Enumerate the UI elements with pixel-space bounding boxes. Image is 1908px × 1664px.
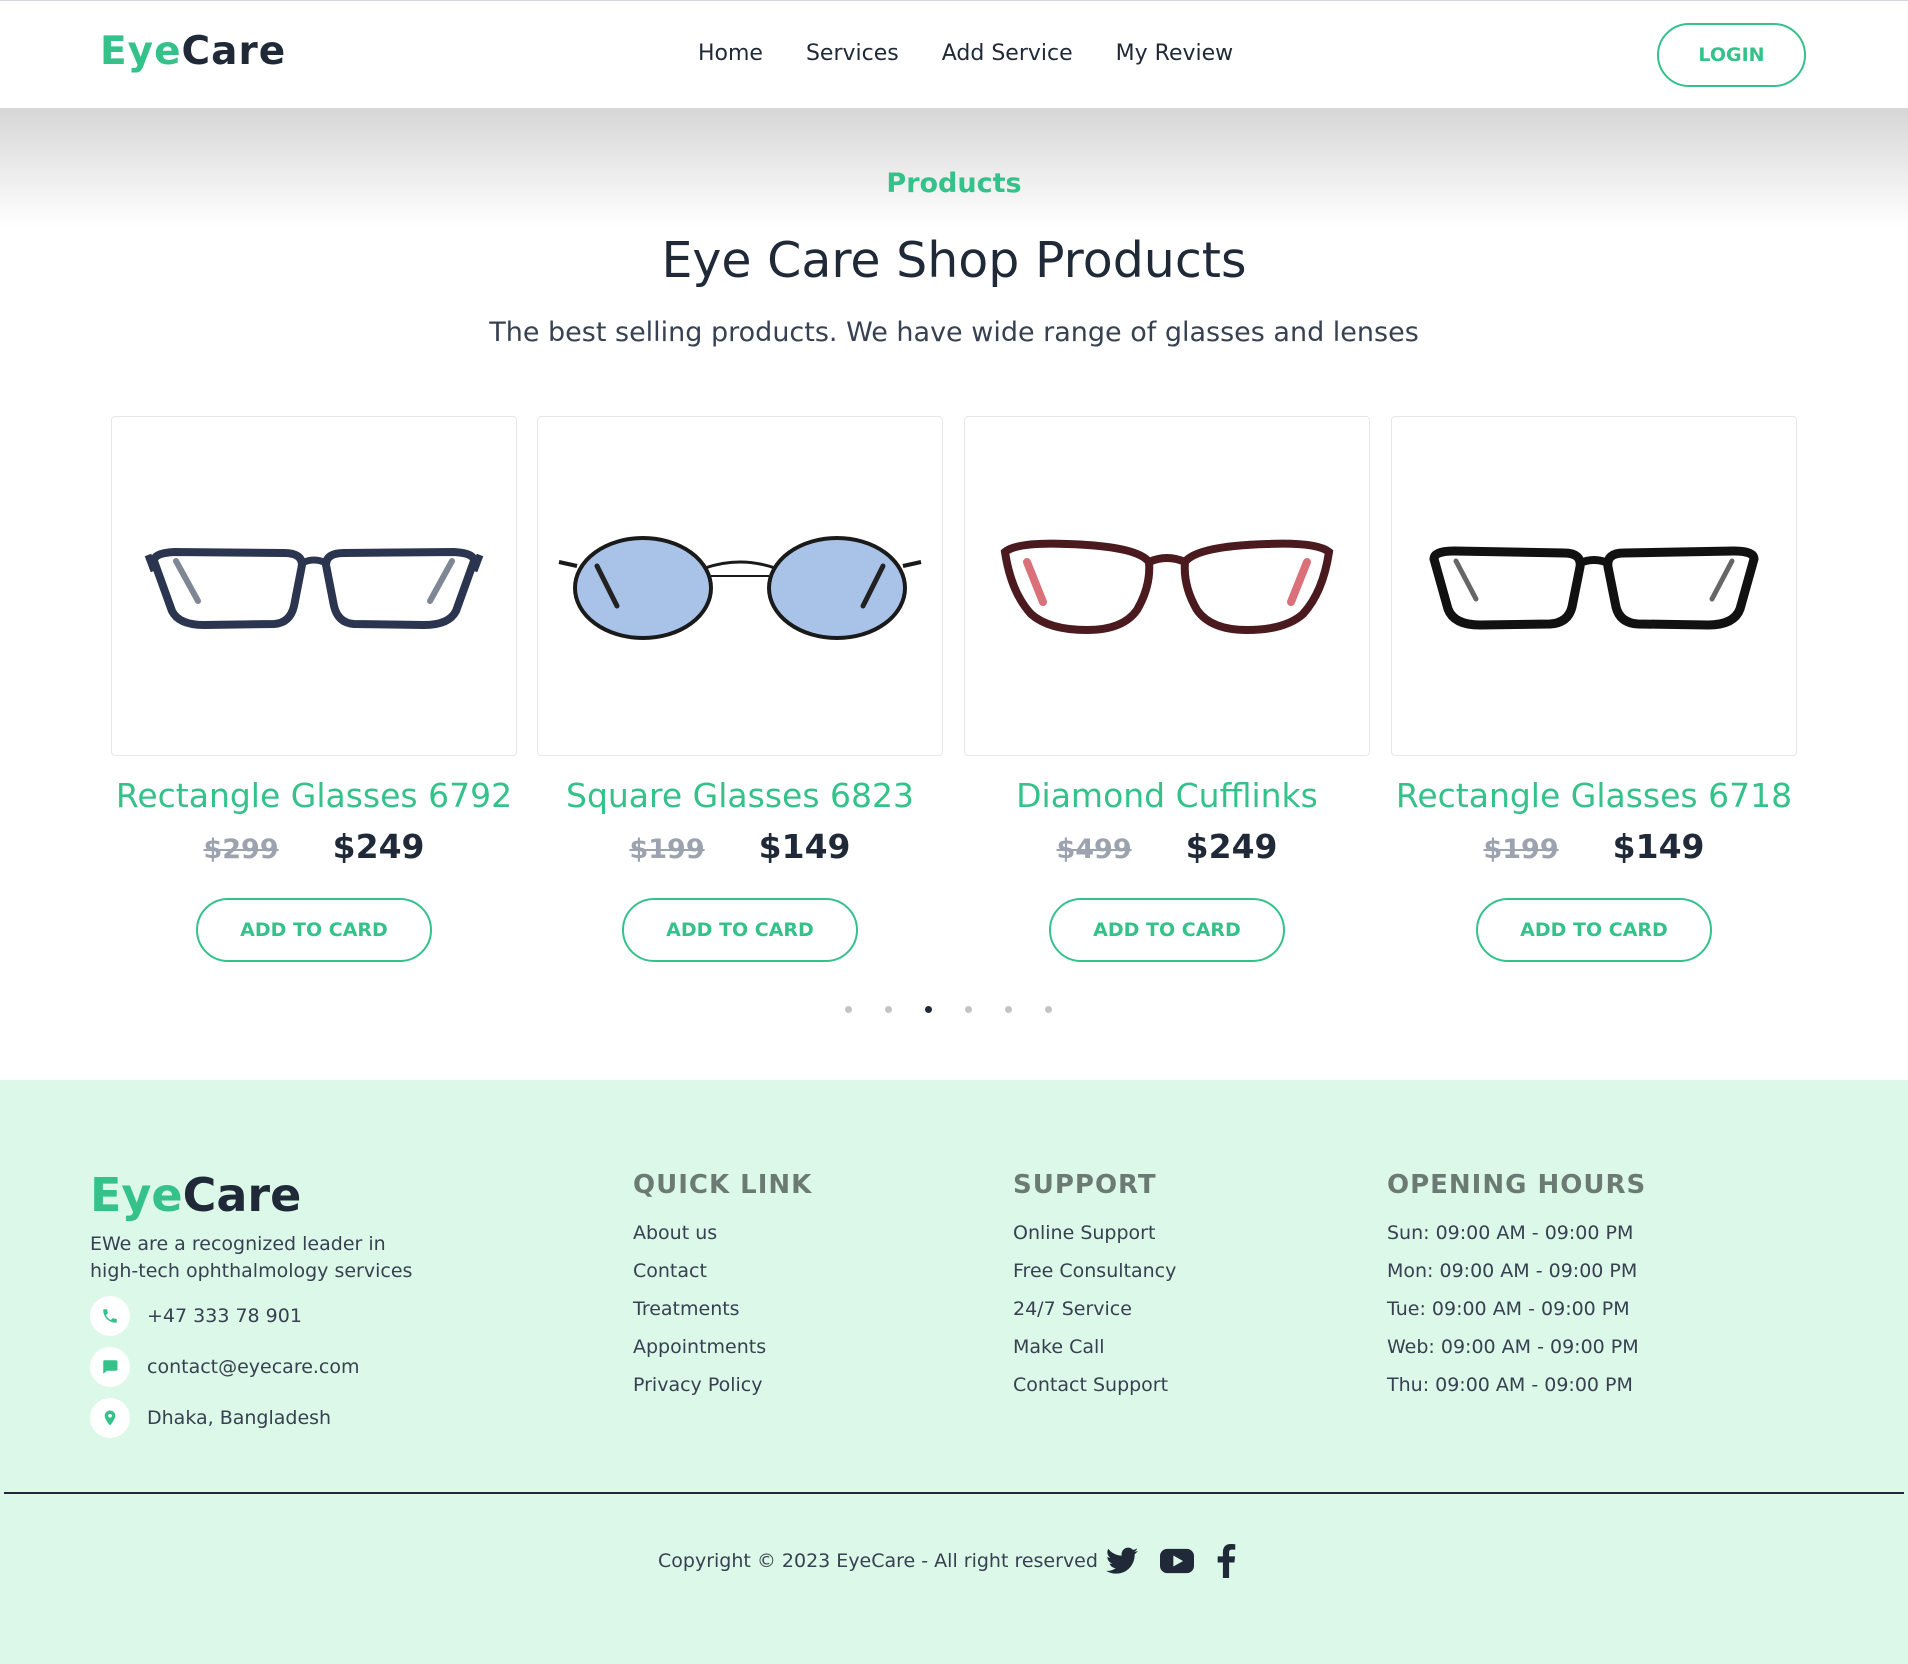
product-image-round-blue-tinted-glasses[interactable]	[537, 416, 943, 756]
carousel-dot-5[interactable]	[1005, 1006, 1012, 1013]
hours-wed: Web: 09:00 AM - 09:00 PM	[1387, 1336, 1639, 1358]
opening-hours-column: OPENING HOURS Sun: 09:00 AM - 09:00 PM M…	[1387, 1170, 1646, 1410]
new-price: $249	[332, 827, 425, 866]
contact-email: contact@eyecare.com	[90, 1347, 360, 1387]
nav-home[interactable]: Home	[698, 41, 763, 66]
carousel-dot-4[interactable]	[965, 1006, 972, 1013]
site-header: EyeCare Home Services Add Service My Rev…	[0, 0, 1908, 108]
phone-icon	[90, 1296, 130, 1336]
footer-divider	[4, 1492, 1904, 1494]
support-link-contact[interactable]: Contact Support	[1013, 1372, 1176, 1410]
login-button[interactable]: LOGIN	[1657, 23, 1806, 87]
contact-phone: +47 333 78 901	[90, 1296, 302, 1336]
logo[interactable]: EyeCare	[100, 29, 286, 74]
price-row: $299 $249	[111, 827, 517, 866]
nav-my-review[interactable]: My Review	[1116, 41, 1234, 66]
footer-link-appointments[interactable]: Appointments	[633, 1334, 812, 1372]
twitter-icon[interactable]	[1106, 1547, 1138, 1575]
hours-sun: Sun: 09:00 AM - 09:00 PM	[1387, 1222, 1634, 1244]
youtube-icon[interactable]	[1160, 1548, 1194, 1574]
quick-link-column: QUICK LINK About us Contact Treatments A…	[633, 1170, 812, 1410]
support-heading: SUPPORT	[1013, 1170, 1157, 1200]
footer-logo-eye-text: Eye	[90, 1168, 183, 1222]
new-price: $249	[1185, 827, 1278, 866]
message-icon	[90, 1347, 130, 1387]
nav-services[interactable]: Services	[806, 41, 899, 66]
location-pin-icon	[90, 1398, 130, 1438]
footer-logo[interactable]: EyeCare	[90, 1168, 301, 1222]
price-row: $499 $249	[964, 827, 1370, 866]
section-subtitle: The best selling products. We have wide …	[489, 317, 1419, 348]
support-link-online[interactable]: Online Support	[1013, 1220, 1176, 1258]
support-link-consultancy[interactable]: Free Consultancy	[1013, 1258, 1176, 1296]
hours-thu: Thu: 09:00 AM - 09:00 PM	[1387, 1374, 1633, 1396]
nav-add-service[interactable]: Add Service	[942, 41, 1073, 66]
old-price: $299	[203, 834, 279, 865]
contact-location-text: Dhaka, Bangladesh	[147, 1407, 332, 1429]
product-image-rectangle-navy-glasses[interactable]	[111, 416, 517, 756]
support-column: SUPPORT Online Support Free Consultancy …	[1013, 1170, 1176, 1410]
footer-link-about[interactable]: About us	[633, 1220, 812, 1258]
section-kicker: Products	[886, 168, 1022, 199]
footer-link-contact[interactable]: Contact	[633, 1258, 812, 1296]
main-nav: Home Services Add Service My Review	[698, 41, 1233, 66]
add-to-cart-button[interactable]: ADD TO CARD	[622, 898, 858, 962]
facebook-icon[interactable]	[1216, 1544, 1236, 1578]
footer-link-treatments[interactable]: Treatments	[633, 1296, 812, 1334]
old-price: $199	[629, 834, 705, 865]
social-links	[1106, 1544, 1236, 1578]
product-card: Rectangle Glasses 6718 $199 $149 ADD TO …	[1391, 416, 1797, 962]
product-card: Diamond Cufflinks $499 $249 ADD TO CARD	[964, 416, 1370, 962]
carousel-dot-2[interactable]	[885, 1006, 892, 1013]
product-card: Rectangle Glasses 6792 $299 $249 ADD TO …	[111, 416, 517, 962]
carousel-dot-3[interactable]	[925, 1006, 932, 1013]
price-row: $199 $149	[537, 827, 943, 866]
new-price: $149	[758, 827, 851, 866]
product-name[interactable]: Rectangle Glasses 6718	[1391, 776, 1797, 815]
carousel-dot-6[interactable]	[1045, 1006, 1052, 1013]
carousel-dots	[845, 1006, 1052, 1013]
contact-phone-text: +47 333 78 901	[147, 1305, 302, 1327]
quick-link-heading: QUICK LINK	[633, 1170, 813, 1200]
product-card: Square Glasses 6823 $199 $149 ADD TO CAR…	[537, 416, 943, 962]
old-price: $199	[1483, 834, 1559, 865]
logo-eye-text: Eye	[100, 29, 182, 74]
price-row: $199 $149	[1391, 827, 1797, 866]
old-price: $499	[1056, 834, 1132, 865]
new-price: $149	[1612, 827, 1705, 866]
product-name[interactable]: Square Glasses 6823	[537, 776, 943, 815]
contact-location: Dhaka, Bangladesh	[90, 1398, 331, 1438]
product-name[interactable]: Diamond Cufflinks	[964, 776, 1370, 815]
add-to-cart-button[interactable]: ADD TO CARD	[196, 898, 432, 962]
hours-mon: Mon: 09:00 AM - 09:00 PM	[1387, 1260, 1638, 1282]
footer-description: EWe are a recognized leader in high-tech…	[90, 1233, 413, 1282]
hours-tue: Tue: 09:00 AM - 09:00 PM	[1387, 1298, 1630, 1320]
product-name[interactable]: Rectangle Glasses 6792	[111, 776, 517, 815]
footer-link-privacy[interactable]: Privacy Policy	[633, 1372, 812, 1410]
product-image-burgundy-cat-eye-glasses[interactable]	[964, 416, 1370, 756]
site-footer: EyeCare EWe are a recognized leader in h…	[0, 1080, 1908, 1664]
add-to-cart-button[interactable]: ADD TO CARD	[1476, 898, 1712, 962]
support-link-call[interactable]: Make Call	[1013, 1334, 1176, 1372]
copyright-text: Copyright © 2023 EyeCare - All right res…	[658, 1550, 1098, 1572]
page-title: Eye Care Shop Products	[661, 232, 1247, 289]
opening-hours-heading: OPENING HOURS	[1387, 1170, 1647, 1200]
footer-logo-care-text: Care	[182, 1168, 302, 1222]
carousel-dot-1[interactable]	[845, 1006, 852, 1013]
contact-email-text[interactable]: contact@eyecare.com	[147, 1356, 360, 1378]
support-link-247[interactable]: 24/7 Service	[1013, 1296, 1176, 1334]
logo-care-text: Care	[181, 29, 287, 74]
product-image-rectangle-black-glasses[interactable]	[1391, 416, 1797, 756]
add-to-cart-button[interactable]: ADD TO CARD	[1049, 898, 1285, 962]
